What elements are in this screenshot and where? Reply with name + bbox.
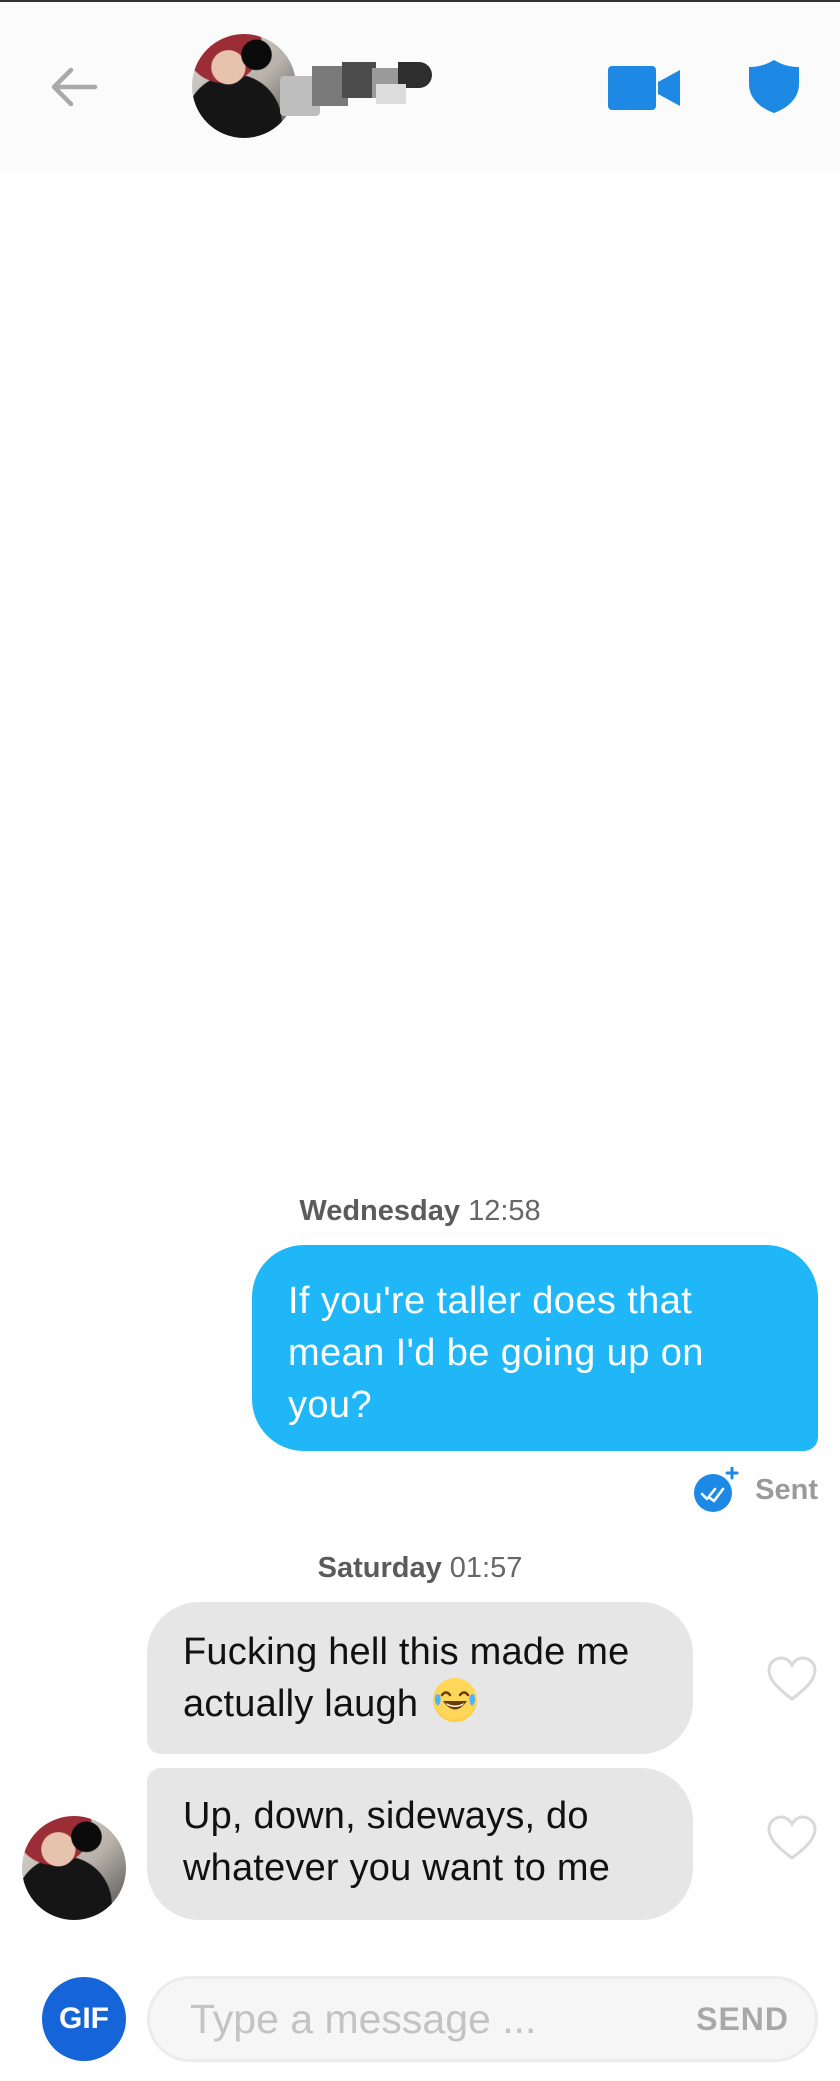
redacted-name — [280, 60, 435, 118]
message-composer: SEND — [147, 1976, 818, 2062]
chat-header — [0, 2, 840, 172]
timestamp: Saturday 01:57 — [0, 1552, 840, 1585]
shield-icon[interactable] — [748, 58, 800, 114]
timestamp-day: Saturday — [317, 1552, 442, 1584]
delivery-status: Sent — [693, 1466, 818, 1513]
back-arrow-icon[interactable] — [45, 62, 100, 112]
send-button[interactable]: SEND — [696, 2001, 789, 2038]
timestamp-day: Wednesday — [299, 1195, 460, 1227]
message-text: Up, down, sideways, do whatever you want… — [183, 1795, 611, 1889]
like-heart-icon[interactable] — [766, 1814, 818, 1862]
incoming-message-bubble[interactable]: Fucking hell this made me actually laugh — [147, 1602, 693, 1754]
sent-label: Sent — [755, 1473, 818, 1506]
sent-check-icon — [693, 1466, 739, 1513]
sender-avatar[interactable] — [22, 1816, 126, 1920]
message-text: If you're taller does that mean I'd be g… — [288, 1280, 704, 1426]
tears-of-joy-emoji-icon — [432, 1678, 477, 1722]
video-call-icon[interactable] — [608, 66, 680, 110]
message-input[interactable] — [190, 1995, 660, 2043]
message-text: Fucking hell this made me actually laugh — [183, 1631, 630, 1725]
timestamp-time: 01:57 — [449, 1552, 523, 1584]
outgoing-message-bubble[interactable]: If you're taller does that mean I'd be g… — [252, 1245, 818, 1451]
gif-button[interactable]: GIF — [42, 1977, 126, 2061]
timestamp-time: 12:58 — [468, 1195, 541, 1227]
like-heart-icon[interactable] — [766, 1655, 818, 1703]
incoming-message-bubble[interactable]: Up, down, sideways, do whatever you want… — [147, 1768, 693, 1920]
timestamp: Wednesday 12:58 — [0, 1195, 840, 1228]
